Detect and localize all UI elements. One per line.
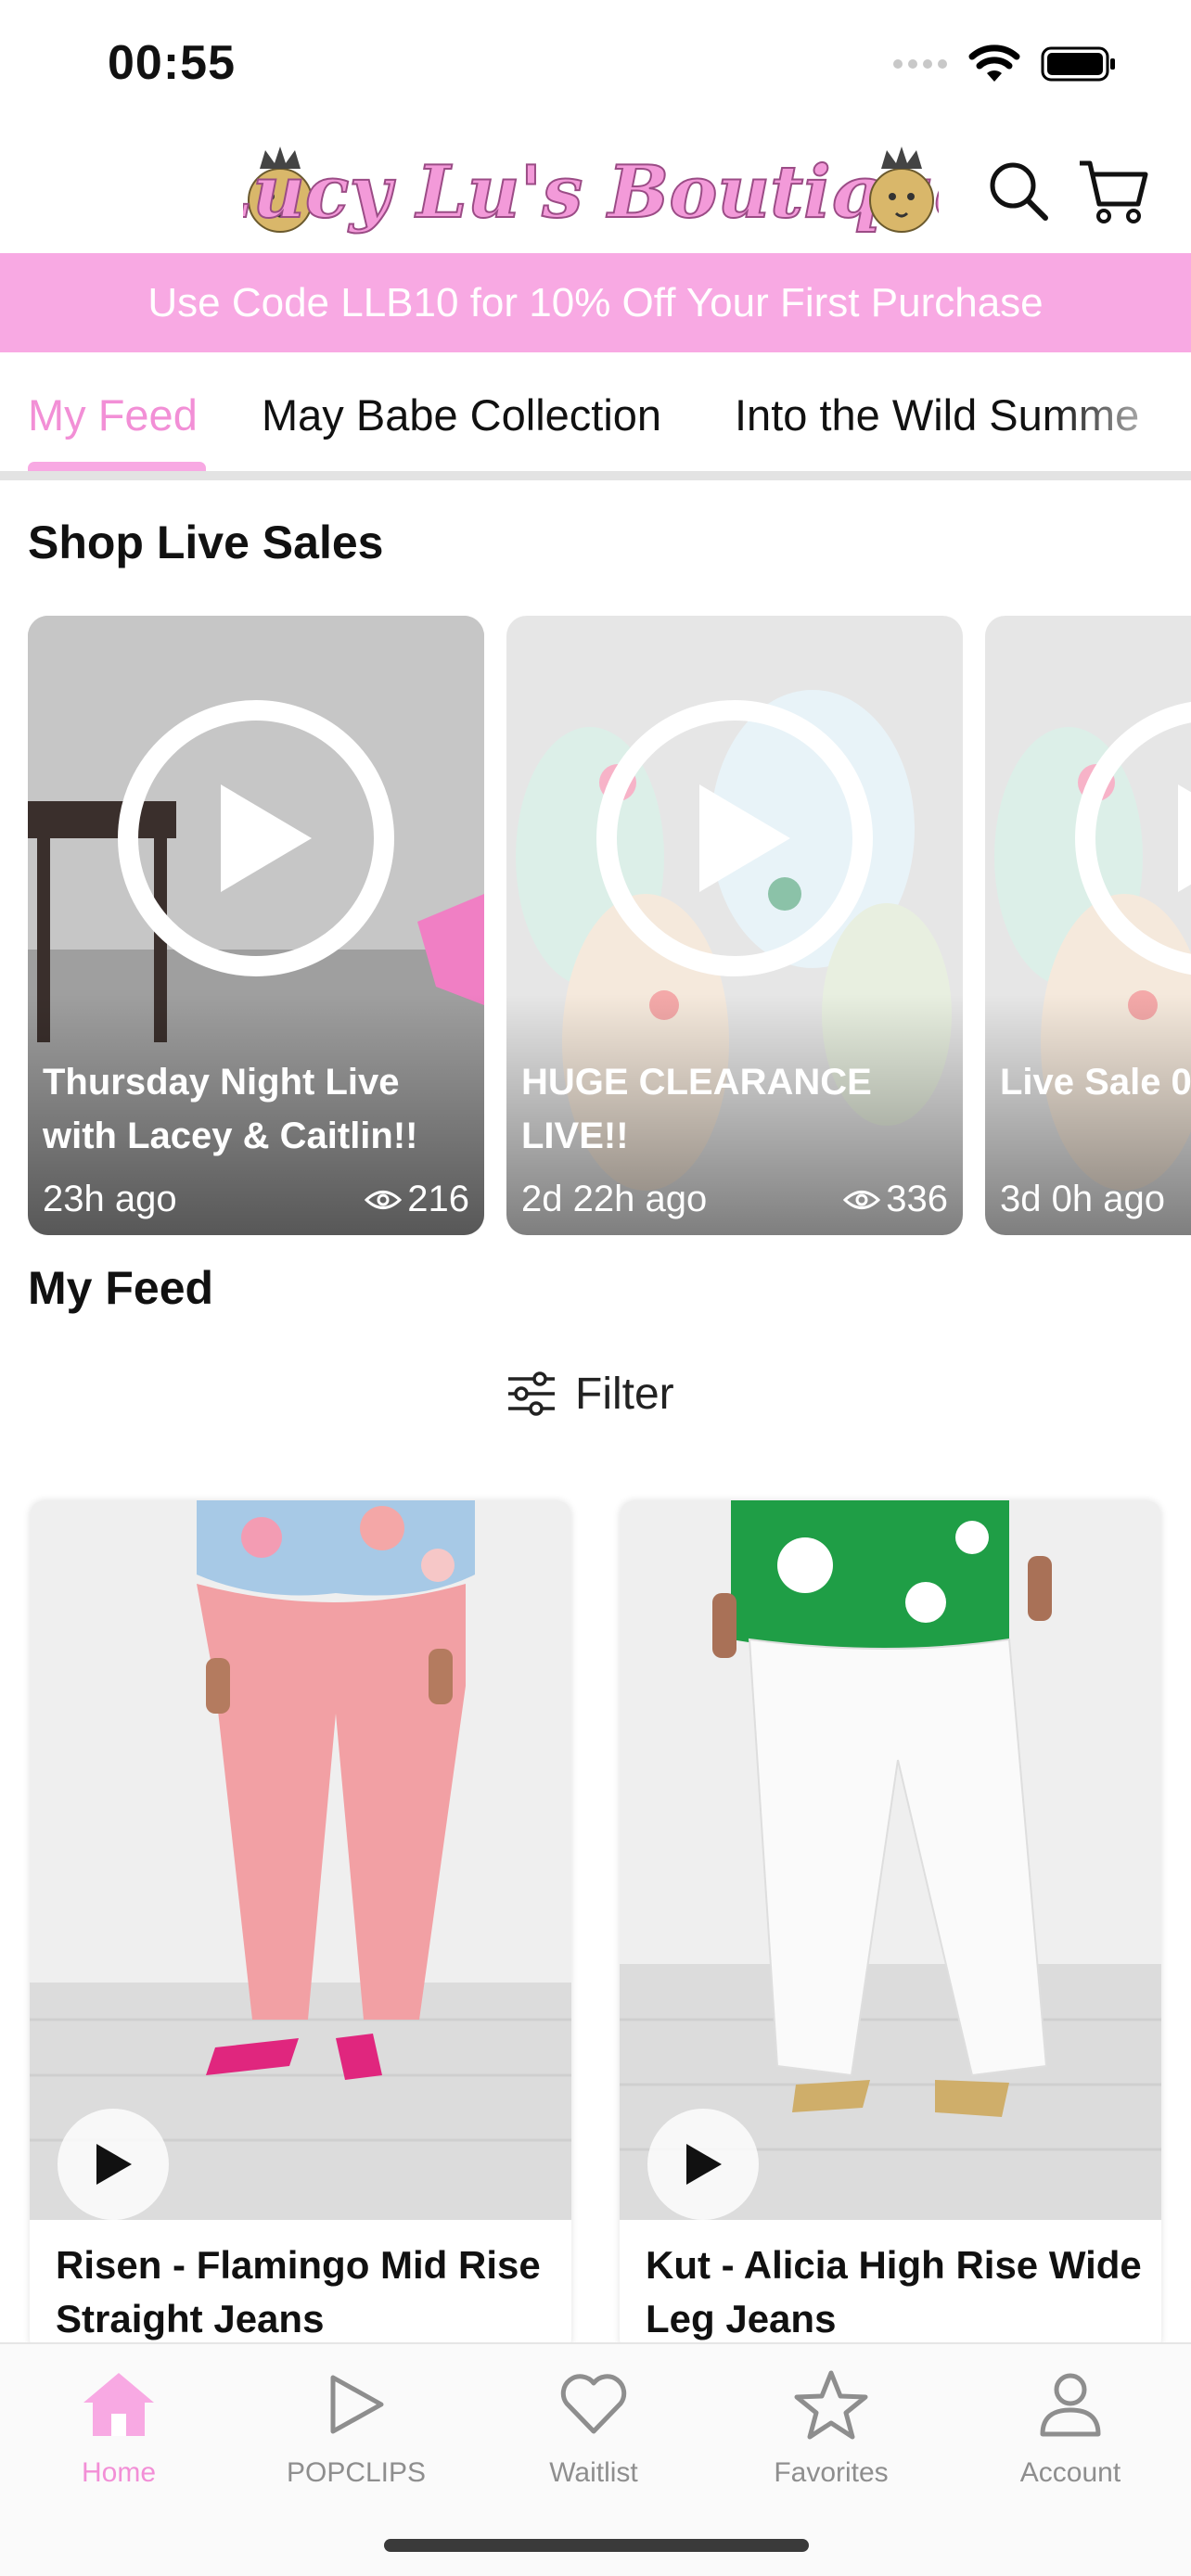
nav-favorites[interactable]: Favorites xyxy=(729,2363,933,2489)
play-icon xyxy=(596,700,873,976)
live-sales-title: Shop Live Sales xyxy=(28,516,384,568)
live-sales-carousel[interactable]: Thursday Night Live with Lacey & Caitlin… xyxy=(0,616,1191,1235)
play-icon xyxy=(686,2144,722,2185)
product-name: Kut - Alicia High Rise Wide Leg Jeans xyxy=(646,2243,1142,2340)
live-time-ago: 2d 22h ago xyxy=(521,1179,708,1219)
battery-icon xyxy=(1041,46,1115,82)
promo-banner[interactable]: Use Code LLB10 for 10% Off Your First Pu… xyxy=(0,253,1191,352)
live-time-ago: 3d 0h ago xyxy=(1000,1179,1165,1219)
product-video-button[interactable] xyxy=(58,2109,169,2220)
live-sale-card[interactable]: Thursday Night Live with Lacey & Caitlin… xyxy=(28,616,484,1235)
product-name: Risen - Flamingo Mid Rise Straight Jeans xyxy=(56,2243,541,2340)
filter-icon xyxy=(508,1371,555,1416)
feed-title: My Feed xyxy=(28,1262,214,1314)
active-tab-indicator xyxy=(28,462,206,471)
star-icon xyxy=(794,2370,868,2440)
live-title: HUGE CLEARANCE LIVE!! xyxy=(521,1062,872,1156)
brand-logo[interactable]: Lucy Lu's Boutique xyxy=(198,135,981,245)
category-tabs: My Feed May Babe Collection Into the Wil… xyxy=(0,352,1191,480)
nav-home[interactable]: Home xyxy=(17,2363,221,2489)
nav-label: POPCLIPS xyxy=(286,2457,427,2488)
nav-label: Favorites xyxy=(774,2457,889,2488)
eye-icon xyxy=(843,1190,881,1209)
product-card[interactable]: Risen - Flamingo Mid Rise Straight Jeans xyxy=(30,1500,571,2353)
cart-icon xyxy=(1080,160,1148,223)
filter-label: Filter xyxy=(575,1369,674,1419)
play-icon xyxy=(1075,701,1191,976)
live-views: 336 xyxy=(843,1179,948,1220)
tab-my-feed[interactable]: My Feed xyxy=(28,389,198,440)
home-indicator xyxy=(384,2539,809,2552)
wifi-icon xyxy=(968,45,1020,82)
person-icon xyxy=(1040,2373,1101,2437)
live-views: 216 xyxy=(365,1179,469,1220)
search-button[interactable] xyxy=(981,154,1056,228)
signal-icon xyxy=(893,59,947,69)
promo-text: Use Code LLB10 for 10% Off Your First Pu… xyxy=(147,279,1044,325)
live-time-ago: 23h ago xyxy=(43,1179,177,1219)
cart-button[interactable] xyxy=(1076,154,1150,228)
brand-name: Lucy Lu's Boutique xyxy=(243,150,939,235)
nav-label: Home xyxy=(81,2457,157,2488)
product-video-button[interactable] xyxy=(647,2109,759,2220)
live-title: Thursday Night Live with Lacey & Caitlin… xyxy=(43,1062,418,1156)
tabs-fade xyxy=(1052,352,1191,471)
nav-account[interactable]: Account xyxy=(968,2363,1172,2489)
status-bar: 00:55 xyxy=(0,0,1191,130)
status-time: 00:55 xyxy=(108,36,236,90)
nav-popclips[interactable]: POPCLIPS xyxy=(254,2363,458,2489)
status-icons xyxy=(892,45,1117,83)
heart-icon xyxy=(560,2374,627,2434)
live-sale-card[interactable]: HUGE CLEARANCE LIVE!! 2d 22h ago 336 xyxy=(506,616,963,1235)
play-icon xyxy=(330,2375,384,2434)
search-icon xyxy=(990,162,1048,221)
live-view-count: 216 xyxy=(407,1179,469,1219)
nav-waitlist[interactable]: Waitlist xyxy=(492,2363,696,2489)
live-view-count: 336 xyxy=(886,1179,948,1219)
tab-may-babe-collection[interactable]: May Babe Collection xyxy=(262,389,661,440)
app-header: Lucy Lu's Boutique xyxy=(0,130,1191,252)
home-icon xyxy=(83,2373,154,2436)
play-icon xyxy=(118,700,394,976)
nav-label: Account xyxy=(1019,2457,1121,2488)
live-sale-card[interactable]: Live Sale 05/13/25 6 3d 0h ago xyxy=(985,616,1191,1235)
nav-label: Waitlist xyxy=(549,2457,638,2488)
live-title: Live Sale 05/13/25 6 xyxy=(1000,1062,1191,1103)
play-icon xyxy=(96,2144,132,2185)
filter-button[interactable]: Filter xyxy=(506,1361,674,1426)
eye-icon xyxy=(365,1190,403,1209)
product-card[interactable]: Kut - Alicia High Rise Wide Leg Jeans xyxy=(620,1500,1161,2353)
